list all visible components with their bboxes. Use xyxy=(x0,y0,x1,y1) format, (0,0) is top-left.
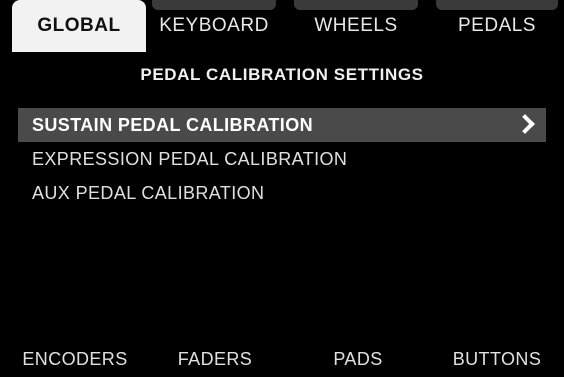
softkey-faders[interactable]: FADERS xyxy=(150,342,280,377)
menu-list: SUSTAIN PEDAL CALIBRATION EXPRESSION PED… xyxy=(18,108,546,210)
chevron-right-icon xyxy=(515,114,535,134)
menu-item-label: EXPRESSION PEDAL CALIBRATION xyxy=(32,149,348,169)
tab-global[interactable]: GLOBAL xyxy=(12,0,146,52)
menu-item-aux-pedal-calibration[interactable]: AUX PEDAL CALIBRATION xyxy=(18,176,546,210)
menu-item-expression-pedal-calibration[interactable]: EXPRESSION PEDAL CALIBRATION xyxy=(18,142,546,176)
tab-wheels[interactable]: WHEELS xyxy=(288,0,424,52)
tab-label: PEDALS xyxy=(458,15,536,36)
tab-label: GLOBAL xyxy=(37,15,121,36)
tab-keyboard[interactable]: KEYBOARD xyxy=(146,0,282,52)
softkey-pads[interactable]: PADS xyxy=(298,342,418,377)
menu-item-label: SUSTAIN PEDAL CALIBRATION xyxy=(32,115,314,135)
softkey-buttons[interactable]: BUTTONS xyxy=(430,342,564,377)
menu-item-sustain-pedal-calibration[interactable]: SUSTAIN PEDAL CALIBRATION xyxy=(18,108,546,142)
menu-item-label: AUX PEDAL CALIBRATION xyxy=(32,183,265,203)
softkey-encoders[interactable]: ENCODERS xyxy=(6,342,144,377)
tab-pedals[interactable]: PEDALS xyxy=(430,0,564,52)
device-screen: GLOBAL KEYBOARD WHEELS PEDALS PEDAL CALI… xyxy=(0,0,564,377)
tab-label: WHEELS xyxy=(314,15,398,36)
page-title: PEDAL CALIBRATION SETTINGS xyxy=(140,65,424,84)
tab-label: KEYBOARD xyxy=(159,15,269,36)
softkey-bar: ENCODERS FADERS PADS BUTTONS xyxy=(0,342,564,377)
tab-bar: GLOBAL KEYBOARD WHEELS PEDALS xyxy=(0,0,564,52)
